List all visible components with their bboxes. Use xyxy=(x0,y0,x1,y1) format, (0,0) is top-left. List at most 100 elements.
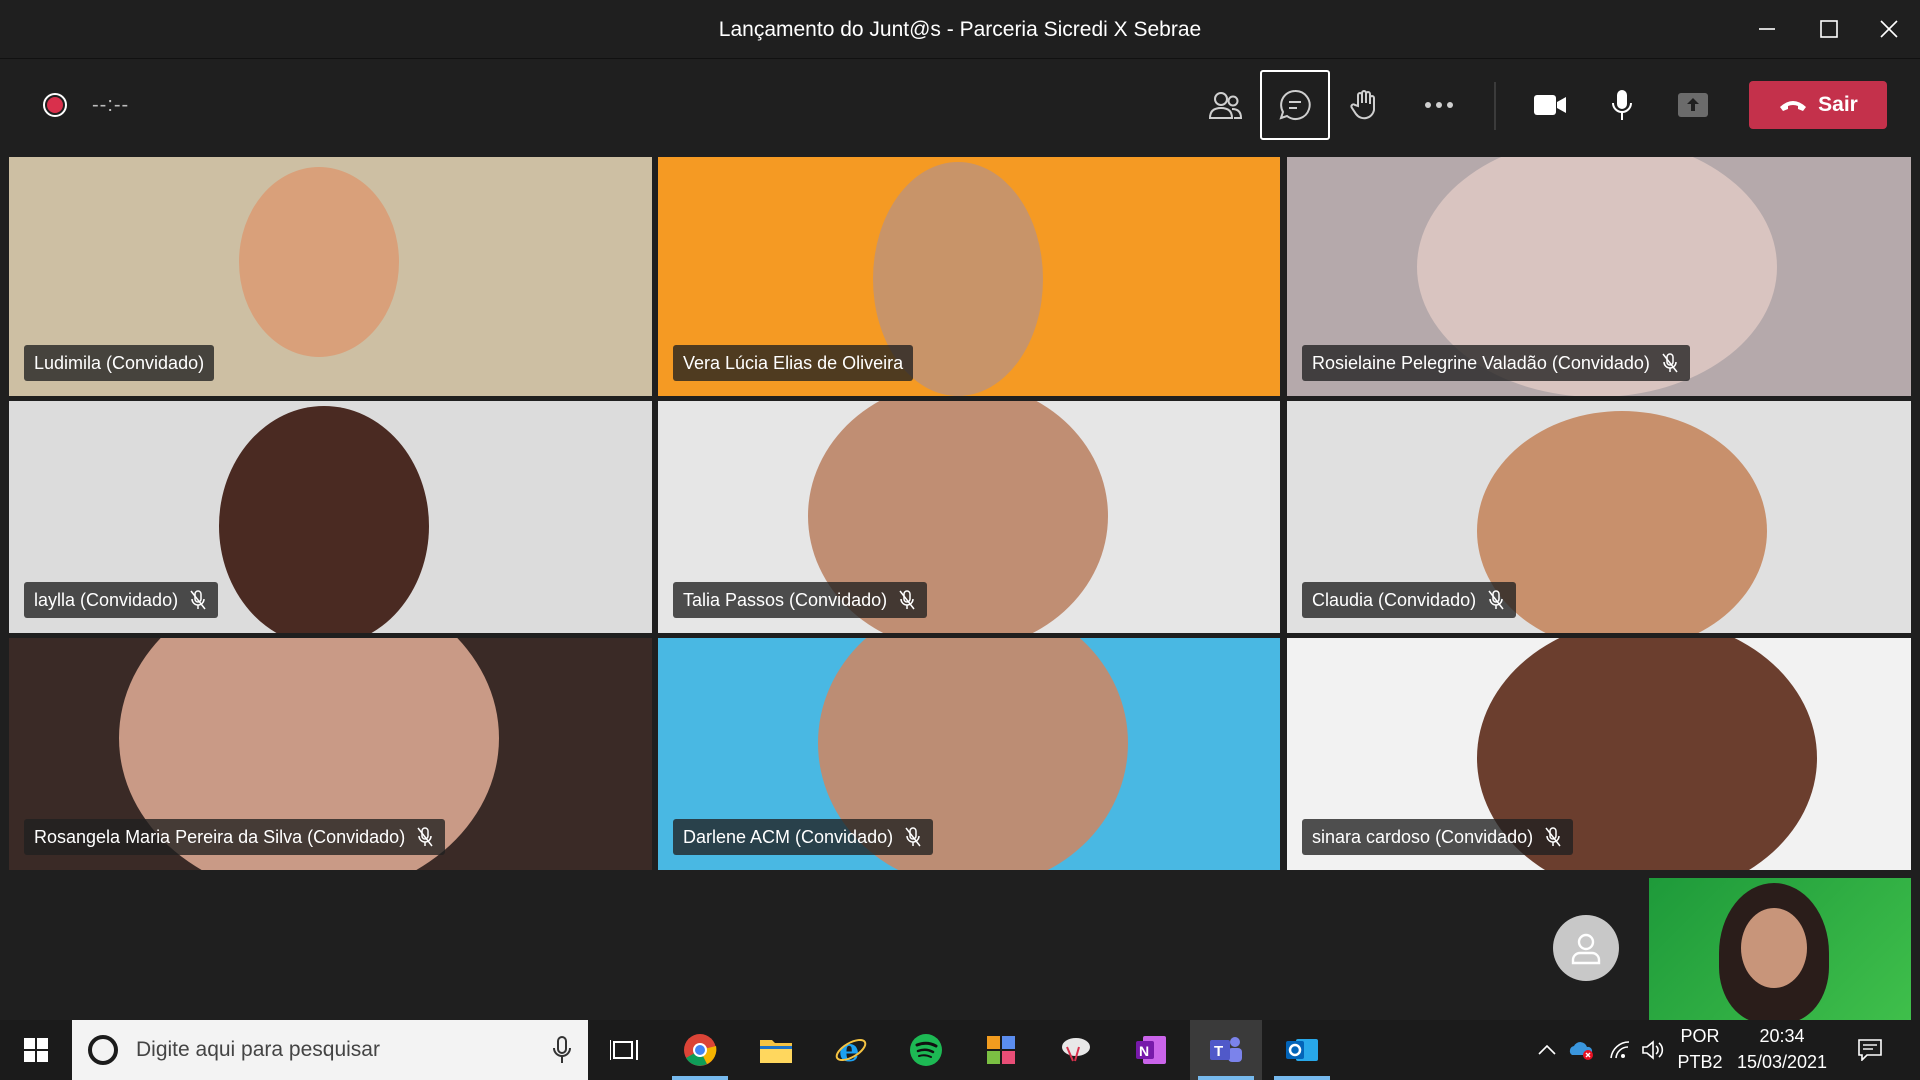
camera-icon xyxy=(1534,95,1566,115)
task-view-button[interactable] xyxy=(588,1020,660,1080)
leave-button[interactable]: Sair xyxy=(1749,81,1887,129)
raise-hand-icon xyxy=(1350,90,1375,120)
self-video-preview[interactable] xyxy=(1649,878,1911,1020)
participant-name: Darlene ACM (Convidado) xyxy=(683,826,894,847)
taskbar-app-outlook[interactable] xyxy=(1266,1020,1338,1080)
muted-microphone-icon xyxy=(905,827,921,847)
participant-video-tile[interactable]: Ludimila (Convidado) xyxy=(9,157,652,396)
participant-name-badge: Ludimila (Convidado) xyxy=(24,345,215,381)
app-icon xyxy=(1062,1038,1090,1062)
participant-video-tile[interactable]: Vera Lúcia Elias de Oliveira xyxy=(658,157,1280,396)
participant-video-tile[interactable]: Darlene ACM (Convidado) xyxy=(658,638,1280,870)
clock-button[interactable]: 20:34 15/03/2021 xyxy=(1732,1020,1832,1080)
maximize-button[interactable] xyxy=(1804,8,1854,50)
taskbar-search-box[interactable]: Digite aqui para pesquisar xyxy=(72,1020,588,1080)
participant-name: Rosangela Maria Pereira da Silva (Convid… xyxy=(34,826,406,847)
participant-video-tile[interactable]: Rosielaine Pelegrine Valadão (Convidado) xyxy=(1287,157,1911,396)
svg-text:T: T xyxy=(1214,1043,1223,1060)
meeting-toolbar: --:-- Sair xyxy=(0,60,1920,152)
leave-label: Sair xyxy=(1818,93,1858,116)
raise-hand-button[interactable] xyxy=(1331,70,1401,140)
title-bar: Lançamento do Junt@s - Parceria Sicredi … xyxy=(0,0,1920,59)
participant-name-badge: Rosangela Maria Pereira da Silva (Convid… xyxy=(24,819,446,855)
meeting-timer: --:-- xyxy=(92,94,130,116)
volume-tray-button[interactable] xyxy=(1638,1020,1668,1080)
svg-text:N: N xyxy=(1139,1043,1149,1059)
onenote-icon: N xyxy=(1136,1036,1166,1064)
participants-icon xyxy=(1208,92,1242,119)
participant-name: Talia Passos (Convidado) xyxy=(683,589,888,610)
speaker-icon xyxy=(1642,1040,1664,1060)
voice-search-icon[interactable] xyxy=(552,1036,572,1064)
participant-video xyxy=(1477,411,1767,633)
share-screen-icon xyxy=(1678,93,1708,117)
taskbar-app-teams[interactable]: T xyxy=(1190,1020,1262,1080)
close-icon xyxy=(1880,20,1898,38)
participant-name-badge: Rosielaine Pelegrine Valadão (Convidado) xyxy=(1302,345,1690,381)
notifications-icon xyxy=(1858,1039,1882,1061)
action-center-button[interactable] xyxy=(1850,1020,1890,1080)
muted-microphone-icon xyxy=(899,590,915,610)
keyboard-layout: PTB2 xyxy=(1677,1052,1723,1072)
participants-button[interactable] xyxy=(1190,70,1260,140)
taskbar-app-internet-explorer[interactable]: e xyxy=(815,1020,887,1080)
spotify-icon xyxy=(910,1034,942,1066)
share-screen-button[interactable] xyxy=(1658,70,1728,140)
taskbar-app-2[interactable] xyxy=(1040,1020,1112,1080)
participant-name-badge: laylla (Convidado) xyxy=(24,582,219,618)
participant-name: Ludimila (Convidado) xyxy=(34,352,205,373)
muted-microphone-icon xyxy=(1545,827,1561,847)
chat-icon xyxy=(1279,89,1311,120)
taskbar-app-spotify[interactable] xyxy=(890,1020,962,1080)
participant-video-tile[interactable]: Claudia (Convidado) xyxy=(1287,401,1911,633)
muted-microphone-icon xyxy=(190,590,206,610)
muted-microphone-icon xyxy=(1488,590,1504,610)
participant-name-badge: Talia Passos (Convidado) xyxy=(673,582,928,618)
taskbar-app-onenote[interactable]: N xyxy=(1115,1020,1187,1080)
taskbar-app-1[interactable] xyxy=(965,1020,1037,1080)
participant-video-tile[interactable]: Talia Passos (Convidado) xyxy=(658,401,1280,633)
network-tray-button[interactable] xyxy=(1605,1020,1635,1080)
self-avatar-button[interactable] xyxy=(1553,915,1619,981)
participant-name: Vera Lúcia Elias de Oliveira xyxy=(683,352,904,373)
chrome-icon xyxy=(684,1034,717,1066)
chevron-up-icon xyxy=(1538,1045,1556,1055)
internet-explorer-icon: e xyxy=(835,1033,867,1067)
taskbar-app-file-explorer[interactable] xyxy=(740,1020,812,1080)
minimize-button[interactable] xyxy=(1742,8,1792,50)
show-hidden-icons-button[interactable] xyxy=(1532,1020,1562,1080)
microphone-icon xyxy=(1612,90,1632,120)
participant-name-badge: Claudia (Convidado) xyxy=(1302,582,1517,618)
onedrive-tray-button[interactable] xyxy=(1565,1020,1597,1080)
participant-video-tile[interactable]: sinara cardoso (Convidado) xyxy=(1287,638,1911,870)
windows-taskbar: Digite aqui para pesquisar e N T POR PTB… xyxy=(0,1020,1920,1080)
participant-name-badge: sinara cardoso (Convidado) xyxy=(1302,819,1574,855)
camera-button[interactable] xyxy=(1515,70,1585,140)
more-options-button[interactable] xyxy=(1404,70,1474,140)
outlook-icon xyxy=(1286,1039,1318,1061)
person-icon xyxy=(1571,933,1601,965)
participant-name-badge: Darlene ACM (Convidado) xyxy=(673,819,934,855)
clock-date: 15/03/2021 xyxy=(1736,1052,1828,1072)
chat-button[interactable] xyxy=(1260,70,1330,140)
input-language-button[interactable]: POR PTB2 xyxy=(1670,1020,1730,1080)
taskbar-app-chrome[interactable] xyxy=(664,1020,736,1080)
participant-name-badge: Vera Lúcia Elias de Oliveira xyxy=(673,345,914,381)
task-view-icon xyxy=(610,1040,638,1060)
start-button[interactable] xyxy=(0,1020,72,1080)
teams-icon: T xyxy=(1210,1037,1242,1062)
close-button[interactable] xyxy=(1864,8,1914,50)
participant-name: sinara cardoso (Convidado) xyxy=(1312,826,1534,847)
clock-time: 20:34 xyxy=(1759,1026,1805,1046)
window-title: Lançamento do Junt@s - Parceria Sicredi … xyxy=(718,18,1202,41)
participant-video-tile[interactable]: Rosangela Maria Pereira da Silva (Convid… xyxy=(9,638,652,870)
microphone-button[interactable] xyxy=(1587,70,1657,140)
participant-name: Rosielaine Pelegrine Valadão (Convidado) xyxy=(1312,352,1650,373)
svg-text:e: e xyxy=(839,1033,859,1067)
muted-microphone-icon xyxy=(1662,353,1678,373)
participant-video-tile[interactable]: laylla (Convidado) xyxy=(9,401,652,633)
onedrive-error-icon xyxy=(1569,1042,1593,1060)
language-code: POR xyxy=(1680,1026,1720,1046)
file-explorer-icon xyxy=(760,1040,792,1063)
participant-name: Claudia (Convidado) xyxy=(1312,589,1477,610)
